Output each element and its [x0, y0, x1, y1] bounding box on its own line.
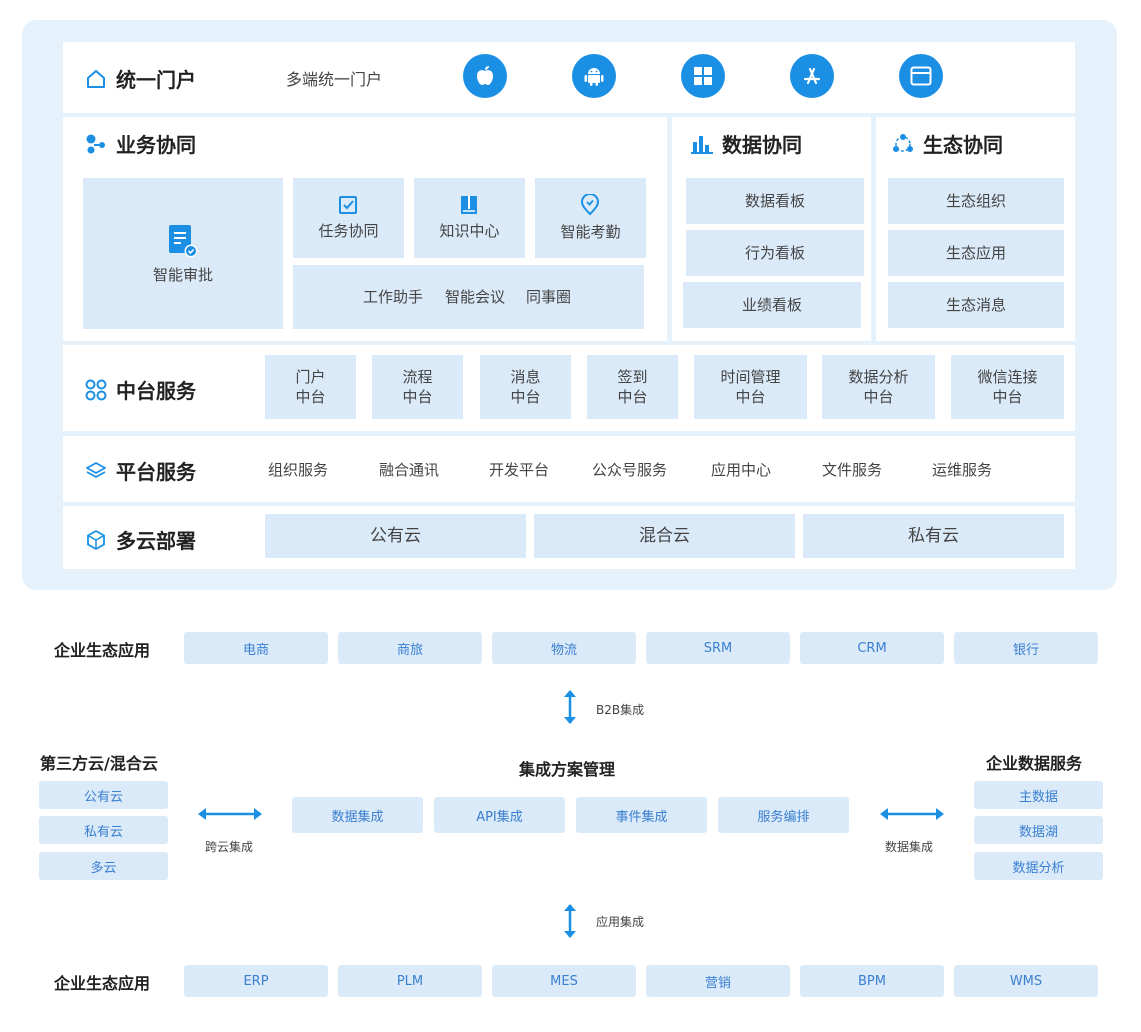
data-integration-label: 数据集成 [885, 840, 934, 854]
portal-subtitle: 多端统一门户 [286, 70, 383, 89]
apple-icon[interactable] [463, 54, 507, 98]
time-middle-card[interactable]: 时间管理 中台 [694, 355, 807, 419]
wechat-middle-card[interactable]: 微信连接 中台 [951, 355, 1064, 419]
bottom-item-wms[interactable]: WMS [954, 965, 1098, 997]
android-icon[interactable] [572, 54, 616, 98]
top-item-ecommerce[interactable]: 电商 [184, 632, 328, 664]
app-store-icon[interactable] [790, 54, 834, 98]
hybrid-cloud-card[interactable]: 混合云 [534, 514, 795, 558]
left-title: 第三方云/混合云 [40, 754, 158, 773]
data-board-card[interactable]: 数据看板 [686, 178, 864, 224]
dev-platform-label[interactable]: 开发平台 [489, 459, 549, 480]
task-card[interactable]: 任务协同 [293, 178, 404, 258]
top-item-bank[interactable]: 银行 [954, 632, 1098, 664]
platform-row [63, 436, 1075, 502]
b2b-label: B2B集成 [596, 703, 645, 717]
app-center-label[interactable]: 应用中心 [711, 459, 771, 480]
eco-title: 生态协同 [891, 129, 1003, 158]
location-icon [581, 194, 600, 216]
knowledge-card[interactable]: 知识中心 [414, 178, 525, 258]
right-title: 企业数据服务 [986, 754, 1083, 773]
b2b-arrow [564, 690, 576, 724]
checkin-middle-card[interactable]: 签到 中台 [587, 355, 678, 419]
center-item-api[interactable]: API集成 [434, 797, 565, 833]
top-item-logistics[interactable]: 物流 [492, 632, 636, 664]
comm-service-label[interactable]: 融合通讯 [379, 459, 439, 480]
ecosystem-icon [891, 132, 915, 156]
right-item-analysis[interactable]: 数据分析 [974, 852, 1103, 880]
eco-message-card[interactable]: 生态消息 [888, 282, 1064, 328]
layers-icon [84, 459, 108, 483]
portal-title: 统一门户 [84, 64, 196, 93]
task-icon [339, 196, 358, 214]
browser-icon[interactable] [899, 54, 943, 98]
bottom-item-bpm[interactable]: BPM [800, 965, 944, 997]
attendance-label: 智能考勤 [560, 223, 621, 241]
bottom-item-plm[interactable]: PLM [338, 965, 482, 997]
top-item-travel[interactable]: 商旅 [338, 632, 482, 664]
modules-icon [84, 378, 108, 402]
performance-board-card[interactable]: 业绩看板 [683, 282, 861, 328]
book-icon [461, 196, 478, 214]
center-title: 集成方案管理 [519, 760, 616, 779]
left-item-public[interactable]: 公有云 [39, 781, 168, 809]
circle-label: 同事圈 [526, 288, 572, 306]
approval-label: 智能审批 [152, 265, 213, 284]
right-item-master[interactable]: 主数据 [974, 781, 1103, 809]
home-icon [84, 67, 108, 91]
portal-middle-card[interactable]: 门户 中台 [265, 355, 356, 419]
meeting-label: 智能会议 [445, 288, 506, 306]
message-middle-card[interactable]: 消息 中台 [480, 355, 571, 419]
tools-card[interactable]: 工作助手 智能会议 同事圈 [293, 265, 644, 329]
center-item-data[interactable]: 数据集成 [292, 797, 423, 833]
data-integration-arrow [880, 808, 944, 820]
app-integration-label: 应用集成 [596, 915, 645, 929]
data-title: 数据协同 [690, 129, 802, 158]
middle-title: 中台服务 [84, 375, 196, 404]
left-item-private[interactable]: 私有云 [39, 816, 168, 844]
center-item-orchestration[interactable]: 服务编排 [718, 797, 849, 833]
bottom-eco-label: 企业生态应用 [54, 974, 151, 993]
eco-org-card[interactable]: 生态组织 [888, 178, 1064, 224]
private-cloud-card[interactable]: 私有云 [803, 514, 1064, 558]
cube-icon [84, 528, 108, 552]
top-item-crm[interactable]: CRM [800, 632, 944, 664]
cross-cloud-arrow [198, 808, 262, 820]
cloud-title: 多云部署 [84, 525, 196, 554]
cross-cloud-label: 跨云集成 [205, 840, 254, 854]
approval-card[interactable]: 智能审批 [83, 178, 283, 329]
assistant-label: 工作助手 [363, 288, 424, 306]
right-item-lake[interactable]: 数据湖 [974, 816, 1103, 844]
platform-title: 平台服务 [84, 456, 196, 485]
official-account-label[interactable]: 公众号服务 [592, 459, 667, 480]
eco-app-card[interactable]: 生态应用 [888, 230, 1064, 276]
ops-service-label[interactable]: 运维服务 [932, 459, 992, 480]
task-label: 任务协同 [318, 222, 379, 240]
bottom-item-mes[interactable]: MES [492, 965, 636, 997]
bottom-item-marketing[interactable]: 营销 [646, 965, 790, 997]
top-item-srm[interactable]: SRM [646, 632, 790, 664]
business-title: 业务协同 [84, 129, 196, 158]
behavior-board-card[interactable]: 行为看板 [686, 230, 864, 276]
org-service-label[interactable]: 组织服务 [268, 459, 328, 480]
analysis-middle-card[interactable]: 数据分析 中台 [822, 355, 935, 419]
app-integration-arrow [564, 904, 576, 938]
process-middle-card[interactable]: 流程 中台 [372, 355, 463, 419]
collaboration-icon [84, 132, 108, 156]
approval-icon [168, 224, 198, 257]
bar-chart-icon [690, 132, 714, 156]
file-service-label[interactable]: 文件服务 [822, 459, 882, 480]
public-cloud-card[interactable]: 公有云 [265, 514, 526, 558]
center-item-event[interactable]: 事件集成 [576, 797, 707, 833]
attendance-card[interactable]: 智能考勤 [535, 178, 646, 258]
windows-icon[interactable] [681, 54, 725, 98]
knowledge-label: 知识中心 [439, 222, 500, 240]
top-eco-label: 企业生态应用 [54, 641, 151, 660]
bottom-item-erp[interactable]: ERP [184, 965, 328, 997]
left-item-multi[interactable]: 多云 [39, 852, 168, 880]
